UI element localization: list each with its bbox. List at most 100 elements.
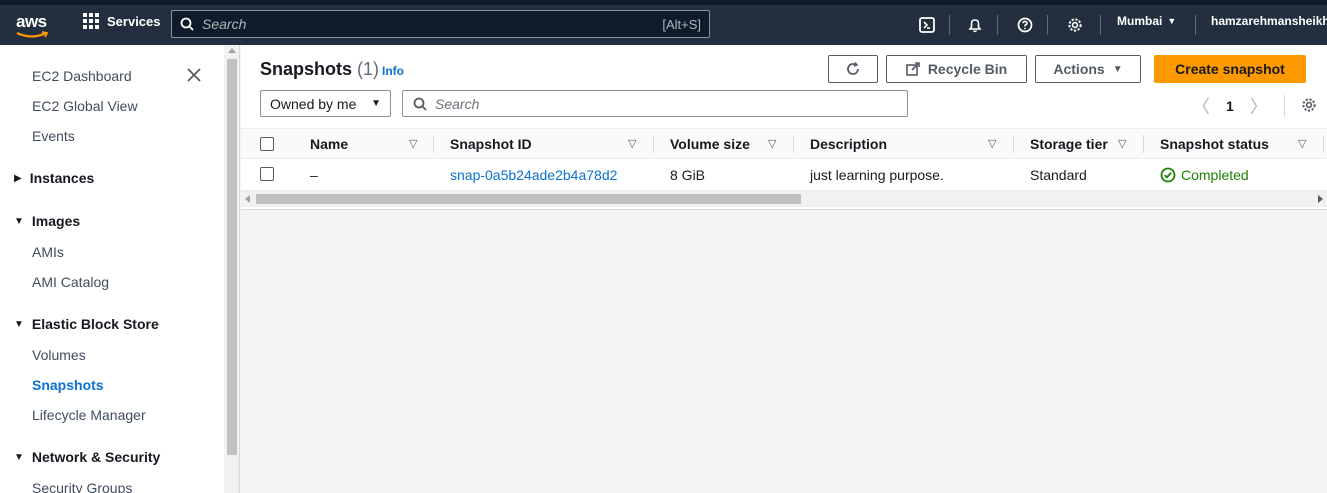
sidebar-section-images[interactable]: ▼ Images (14, 213, 80, 229)
cell-storage-tier: Standard (1030, 166, 1087, 183)
settings-gear-icon[interactable] (1065, 15, 1085, 35)
status-text: Completed (1181, 166, 1249, 183)
caret-down-icon: ▼ (1112, 63, 1123, 75)
sort-icon[interactable]: ▽ (1298, 137, 1306, 150)
sidebar-section-label: Network & Security (31, 449, 161, 465)
sidebar-item-snapshots[interactable]: Snapshots (32, 377, 104, 393)
actions-dropdown-button[interactable]: Actions ▼ (1035, 55, 1141, 83)
success-check-icon (1160, 167, 1176, 182)
page-title-text: Snapshots (260, 59, 353, 79)
sidebar-section-label: Elastic Block Store (31, 316, 159, 332)
column-header-volume-size[interactable]: Volume size (670, 129, 750, 159)
sidebar-section-instances[interactable]: ▶ Instances (14, 170, 94, 186)
sidebar-section-network-security[interactable]: ▼ Network & Security (14, 449, 160, 465)
sidebar-section-elastic-block-store[interactable]: ▼ Elastic Block Store (14, 316, 159, 332)
sidebar-section-label: Images (31, 213, 81, 229)
notifications-bell-icon[interactable] (965, 15, 985, 35)
sidebar-item-volumes[interactable]: Volumes (32, 347, 86, 363)
create-snapshot-button[interactable]: Create snapshot (1154, 55, 1306, 83)
aws-logo-text: aws (16, 12, 47, 31)
top-navigation: aws Services Search [Alt+S] Mumbai ▼ ham… (0, 0, 1327, 45)
search-placeholder: Search (202, 16, 247, 32)
table-header: Name ▽ Snapshot ID ▽ Volume size ▽ Descr… (241, 128, 1327, 159)
services-label: Services (107, 13, 161, 29)
services-menu-button[interactable]: Services (83, 13, 161, 29)
info-link[interactable]: Info (382, 64, 404, 78)
current-page[interactable]: 1 (1226, 98, 1234, 114)
sidebar-section-label: Instances (29, 170, 95, 186)
aws-logo[interactable]: aws (14, 9, 54, 43)
sidebar-scrollbar-thumb[interactable] (227, 59, 237, 455)
caret-right-icon: ▶ (14, 172, 22, 184)
global-search-input[interactable]: Search [Alt+S] (171, 10, 710, 38)
scroll-up-arrow-icon[interactable] (228, 48, 236, 53)
sort-icon[interactable]: ▽ (628, 137, 636, 150)
region-selector[interactable]: Mumbai ▼ (1117, 14, 1176, 28)
create-snapshot-label: Create snapshot (1175, 61, 1285, 77)
sidebar-item-security-groups[interactable]: Security Groups (32, 480, 132, 493)
pagination: 〈 1 〉 (1192, 93, 1317, 119)
actions-label: Actions (1053, 61, 1105, 77)
horizontal-scrollbar-thumb[interactable] (256, 194, 801, 204)
sort-icon[interactable]: ▽ (1118, 137, 1126, 150)
snapshot-filter-input[interactable]: Search (402, 90, 908, 117)
grid-icon (83, 13, 99, 29)
owner-filter-select[interactable]: Owned by me ▼ (260, 90, 391, 117)
cell-snapshot-status: Completed (1160, 159, 1249, 190)
scroll-right-arrow-icon[interactable] (1318, 195, 1323, 203)
close-sidebar-icon[interactable] (186, 67, 202, 83)
sidebar-item-ec2-global-view[interactable]: EC2 Global View (32, 98, 138, 114)
sidebar-item-lifecycle-manager[interactable]: Lifecycle Manager (32, 407, 146, 423)
table-row[interactable]: – snap-0a5b24ade2b4a78d2 8 GiB just lear… (241, 159, 1327, 191)
main-content: Snapshots (1) Info Recycle Bin Actions ▼… (241, 45, 1327, 493)
cell-snapshot-id-link[interactable]: snap-0a5b24ade2b4a78d2 (450, 159, 617, 190)
search-icon (180, 17, 194, 31)
sidebar-item-events[interactable]: Events (32, 128, 75, 144)
help-icon[interactable] (1015, 15, 1035, 35)
table-horizontal-scrollbar[interactable] (241, 191, 1327, 207)
snapshots-table-container: Snapshots (1) Info Recycle Bin Actions ▼… (241, 45, 1327, 210)
caret-down-icon: ▼ (14, 451, 24, 463)
sort-icon[interactable]: ▽ (409, 137, 417, 150)
caret-down-icon: ▼ (14, 318, 24, 330)
caret-down-icon: ▼ (371, 98, 381, 109)
column-header-storage-tier[interactable]: Storage tier (1030, 129, 1108, 159)
caret-down-icon: ▼ (14, 215, 24, 227)
column-header-snapshot-status[interactable]: Snapshot status (1160, 129, 1269, 159)
side-navigation: EC2 Dashboard EC2 Global View Events ▶ I… (0, 45, 224, 493)
filter-placeholder: Search (435, 95, 480, 112)
sidebar-item-amis[interactable]: AMIs (32, 244, 64, 260)
account-username: hamzarehmansheikh (1211, 14, 1327, 28)
row-checkbox[interactable] (260, 167, 274, 181)
external-link-icon (906, 62, 920, 76)
search-icon (413, 97, 427, 111)
caret-down-icon: ▼ (1167, 16, 1177, 26)
cell-volume-size: 8 GiB (670, 166, 706, 183)
search-shortcut: [Alt+S] (662, 16, 701, 32)
cell-description: just learning purpose. (810, 166, 944, 183)
column-header-name[interactable]: Name (310, 129, 348, 159)
recycle-bin-label: Recycle Bin (927, 61, 1008, 77)
next-page-icon[interactable]: 〉 (1250, 93, 1268, 119)
snapshot-count: (1) (357, 59, 380, 79)
sidebar-item-ec2-dashboard[interactable]: EC2 Dashboard (32, 68, 132, 84)
cell-name: – (310, 166, 318, 183)
sidebar-scrollbar[interactable] (224, 45, 240, 493)
cloudshell-icon[interactable] (917, 15, 937, 35)
account-menu[interactable]: hamzarehmansheikh (1211, 14, 1327, 28)
recycle-bin-button[interactable]: Recycle Bin (886, 55, 1027, 83)
scroll-left-arrow-icon[interactable] (245, 195, 250, 203)
sort-icon[interactable]: ▽ (988, 137, 996, 150)
column-header-snapshot-id[interactable]: Snapshot ID (450, 129, 532, 159)
previous-page-icon[interactable]: 〈 (1192, 93, 1210, 119)
refresh-button[interactable] (828, 55, 878, 83)
preferences-gear-icon[interactable] (1301, 97, 1317, 116)
column-header-description[interactable]: Description (810, 129, 887, 159)
region-label: Mumbai (1117, 14, 1163, 28)
refresh-icon (847, 62, 859, 75)
aws-smile-icon (16, 31, 48, 38)
select-all-checkbox[interactable] (260, 137, 274, 151)
sort-icon[interactable]: ▽ (768, 137, 776, 150)
owner-filter-value: Owned by me (270, 95, 357, 112)
sidebar-item-ami-catalog[interactable]: AMI Catalog (32, 274, 109, 290)
